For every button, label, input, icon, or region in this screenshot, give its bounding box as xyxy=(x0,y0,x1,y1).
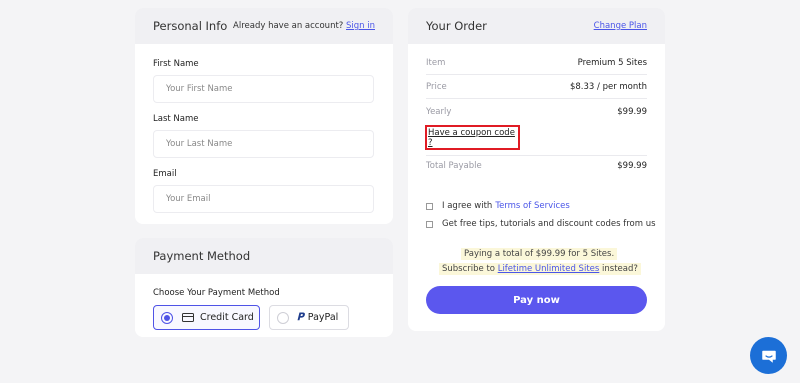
subscribe-note: Subscribe to Lifetime Unlimited Sites in… xyxy=(439,263,641,275)
pay-now-button[interactable]: Pay now xyxy=(426,286,647,314)
yearly-value: $99.99 xyxy=(617,107,647,117)
divider xyxy=(426,98,647,99)
terms-link[interactable]: Terms of Services xyxy=(495,201,569,211)
coupon-link[interactable]: Have a coupon code ? xyxy=(428,128,518,148)
personal-info-card: Personal Info Already have an account? S… xyxy=(135,8,393,224)
agree-text: I agree with xyxy=(442,201,493,211)
agree-checkbox[interactable] xyxy=(426,202,433,210)
last-name-input[interactable]: Your Last Name xyxy=(153,130,374,158)
item-value: Premium 5 Sites xyxy=(577,58,647,68)
item-key: Item xyxy=(426,58,446,68)
email-placeholder: Your Email xyxy=(166,194,211,204)
last-name-placeholder: Your Last Name xyxy=(166,139,233,149)
lifetime-link[interactable]: Lifetime Unlimited Sites xyxy=(498,264,600,274)
order-row-yearly: Yearly $99.99 xyxy=(426,107,647,117)
divider xyxy=(426,155,647,156)
sign-in-link[interactable]: Sign in xyxy=(346,21,375,31)
first-name-label: First Name xyxy=(153,59,199,69)
paypal-label: PayPal xyxy=(307,312,339,323)
last-name-label: Last Name xyxy=(153,114,199,124)
tips-text: Get free tips, tutorials and discount co… xyxy=(442,219,656,229)
payment-method-title: Payment Method xyxy=(153,249,251,263)
price-key: Price xyxy=(426,82,447,92)
chat-bubble-icon xyxy=(761,350,776,363)
first-name-input[interactable]: Your First Name xyxy=(153,75,374,103)
credit-card-option[interactable]: Credit Card xyxy=(153,305,260,330)
coupon-highlight-box: Have a coupon code ? xyxy=(425,125,520,150)
email-input[interactable]: Your Email xyxy=(153,185,374,213)
order-row-item: Item Premium 5 Sites xyxy=(426,58,647,68)
your-order-card: Your Order Change Plan Item Premium 5 Si… xyxy=(408,8,665,331)
price-value: $8.33 / per month xyxy=(569,82,647,92)
paypal-radio[interactable] xyxy=(277,311,289,324)
divider xyxy=(426,74,647,75)
total-value: $99.99 xyxy=(617,161,647,171)
payment-method-card: Payment Method Choose Your Payment Metho… xyxy=(135,238,393,337)
change-plan-link[interactable]: Change Plan xyxy=(594,21,647,31)
paypal-icon: 𝐏 xyxy=(297,312,304,323)
total-key: Total Payable xyxy=(426,161,482,171)
paying-note: Paying a total of $99.99 for 5 Sites. xyxy=(461,248,618,260)
subscribe-suffix: instead? xyxy=(602,264,638,274)
tips-checkbox[interactable] xyxy=(426,220,433,228)
first-name-placeholder: Your First Name xyxy=(166,84,233,94)
email-label: Email xyxy=(153,169,177,179)
credit-card-label: Credit Card xyxy=(200,312,254,323)
order-row-total: Total Payable $99.99 xyxy=(426,161,647,171)
chat-button[interactable] xyxy=(750,337,787,374)
credit-card-icon xyxy=(182,313,194,322)
paypal-option[interactable]: 𝐏 PayPal xyxy=(269,305,349,330)
order-row-price: Price $8.33 / per month xyxy=(426,82,647,92)
credit-card-radio[interactable] xyxy=(161,311,173,324)
agree-terms-row[interactable]: I agree with Terms of Services xyxy=(426,201,570,211)
sign-in-prompt: Already have an account? Sign in xyxy=(233,21,375,31)
personal-info-header: Personal Info Already have an account? S… xyxy=(135,8,393,44)
tips-row[interactable]: Get free tips, tutorials and discount co… xyxy=(426,219,656,229)
your-order-title: Your Order xyxy=(426,19,487,33)
already-text: Already have an account? xyxy=(233,21,344,31)
payment-method-header: Payment Method xyxy=(135,238,393,274)
your-order-header: Your Order Change Plan xyxy=(408,8,665,44)
personal-info-title: Personal Info xyxy=(153,19,228,33)
subscribe-prefix: Subscribe to xyxy=(442,264,495,274)
choose-payment-label: Choose Your Payment Method xyxy=(153,288,280,298)
yearly-key: Yearly xyxy=(426,107,452,117)
